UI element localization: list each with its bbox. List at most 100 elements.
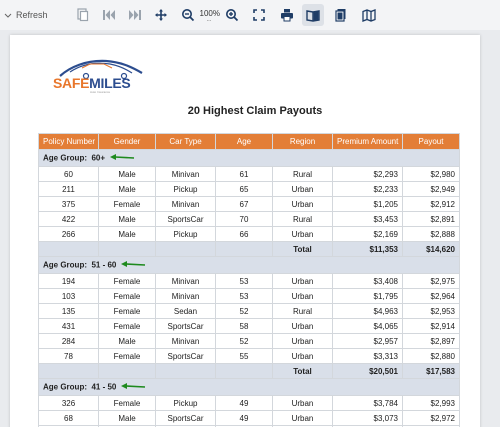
group-total-row: Total $20,501 $17,583 <box>38 363 460 379</box>
table-row: 284 Male Minivan 52 Urban $2,957 $2,897 <box>38 333 460 349</box>
group-label: Age Group: 41 - 50 <box>43 382 117 392</box>
table-cell: $2,897 <box>402 333 460 349</box>
group-header-row: Age Group: 41 - 50 <box>38 378 460 396</box>
total-payout: $17,583 <box>402 363 460 379</box>
logo-tagline: Auto Insurance <box>90 90 111 94</box>
table-cell: 326 <box>38 395 99 411</box>
table-cell: $3,408 <box>332 273 403 289</box>
table-cell: 60 <box>38 166 99 182</box>
table-cell: Urban <box>272 181 333 197</box>
table-row: 68 Male SportsCar 49 Urban $3,073 $2,972 <box>38 410 460 426</box>
payout-table: Policy Number Gender Car Type Age Region… <box>38 133 460 427</box>
table-cell: $2,912 <box>402 196 460 212</box>
table-cell: Urban <box>272 196 333 212</box>
report-page: SAFEMILES Auto Insurance 20 Highest Clai… <box>10 35 480 427</box>
table-cell: $2,949 <box>402 181 460 197</box>
table-cell: 52 <box>215 303 273 319</box>
book-view-icon[interactable] <box>301 4 324 26</box>
table-cell: Male <box>98 226 156 242</box>
table-cell: Sedan <box>155 303 216 319</box>
table-cell: Female <box>98 318 156 334</box>
group-label: Age Group: 60+ <box>43 153 106 163</box>
table-cell: $2,880 <box>402 348 460 364</box>
table-cell: Minivan <box>155 288 216 304</box>
table-row: 375 Female Minivan 67 Urban $1,205 $2,912 <box>38 196 460 212</box>
zoom-in-icon[interactable] <box>221 4 243 26</box>
empty-cell <box>155 363 216 379</box>
table-cell: Urban <box>272 318 333 334</box>
refresh-button[interactable]: Refresh <box>16 10 48 20</box>
empty-cell <box>98 363 156 379</box>
table-row: 431 Female SportsCar 58 Urban $4,065 $2,914 <box>38 318 460 334</box>
group-label: Age Group: 51 - 60 <box>43 260 117 270</box>
table-row: 422 Male SportsCar 70 Rural $3,453 $2,891 <box>38 211 460 227</box>
table-cell: 53 <box>215 288 273 304</box>
zoom-dots: ... <box>206 17 212 23</box>
col-header: Age <box>215 133 273 150</box>
table-cell: Female <box>98 395 156 411</box>
table-cell: 61 <box>215 166 273 182</box>
table-cell: Minivan <box>155 273 216 289</box>
group-header-cell: Age Group: 41 - 50 <box>38 378 460 396</box>
last-page-icon[interactable] <box>124 4 146 26</box>
zoom-level[interactable]: 100% ... <box>199 4 221 26</box>
table-cell: Male <box>98 333 156 349</box>
table-cell: Female <box>98 303 156 319</box>
pan-icon[interactable] <box>150 4 172 26</box>
table-cell: 49 <box>215 395 273 411</box>
table-cell: 103 <box>38 288 99 304</box>
table-cell: SportsCar <box>155 211 216 227</box>
table-cell: Pickup <box>155 226 216 242</box>
zoom-out-icon[interactable] <box>177 4 199 26</box>
table-cell: $1,205 <box>332 196 403 212</box>
table-cell: 52 <box>215 333 273 349</box>
viewer-toolbar: Refresh 100% ... <box>0 0 500 30</box>
table-cell: Minivan <box>155 196 216 212</box>
table-cell: 375 <box>38 196 99 212</box>
table-cell: 55 <box>215 348 273 364</box>
table-cell: 70 <box>215 211 273 227</box>
empty-cell <box>98 241 156 257</box>
table-row: 194 Female Minivan 53 Urban $3,408 $2,975 <box>38 273 460 289</box>
table-cell: 65 <box>215 181 273 197</box>
empty-cell <box>38 363 99 379</box>
table-cell: $2,233 <box>332 181 403 197</box>
export-icon[interactable] <box>330 4 352 26</box>
logo-miles: MILES <box>89 75 131 91</box>
table-cell: 135 <box>38 303 99 319</box>
first-page-icon[interactable] <box>98 4 120 26</box>
table-cell: $4,065 <box>332 318 403 334</box>
table-cell: $2,953 <box>402 303 460 319</box>
table-cell: $1,795 <box>332 288 403 304</box>
table-cell: Pickup <box>155 181 216 197</box>
table-row: 78 Female SportsCar 55 Urban $3,313 $2,880 <box>38 348 460 364</box>
total-premium: $20,501 <box>332 363 403 379</box>
col-header: Payout <box>402 133 460 150</box>
table-cell: Urban <box>272 410 333 426</box>
table-cell: $2,957 <box>332 333 403 349</box>
table-cell: Male <box>98 211 156 227</box>
table-cell: 78 <box>38 348 99 364</box>
map-icon[interactable] <box>358 4 380 26</box>
table-cell: 58 <box>215 318 273 334</box>
empty-cell <box>155 241 216 257</box>
table-cell: Rural <box>272 303 333 319</box>
logo-wordmark: SAFEMILES <box>53 75 131 91</box>
table-cell: Urban <box>272 226 333 242</box>
table-cell: 431 <box>38 318 99 334</box>
table-cell: $4,963 <box>332 303 403 319</box>
empty-cell <box>215 241 273 257</box>
table-row: 103 Female Minivan 53 Urban $1,795 $2,964 <box>38 288 460 304</box>
logo-safe: SAFE <box>53 75 90 91</box>
copy-icon[interactable] <box>72 4 94 26</box>
table-cell: Male <box>98 181 156 197</box>
table-cell: 66 <box>215 226 273 242</box>
refresh-dropdown-icon[interactable] <box>2 4 14 26</box>
group-header-cell: Age Group: 60+ <box>38 149 460 167</box>
table-cell: 49 <box>215 410 273 426</box>
fullscreen-icon[interactable] <box>248 4 270 26</box>
table-cell: SportsCar <box>155 348 216 364</box>
table-cell: $2,980 <box>402 166 460 182</box>
table-cell: Pickup <box>155 395 216 411</box>
print-icon[interactable] <box>276 4 298 26</box>
